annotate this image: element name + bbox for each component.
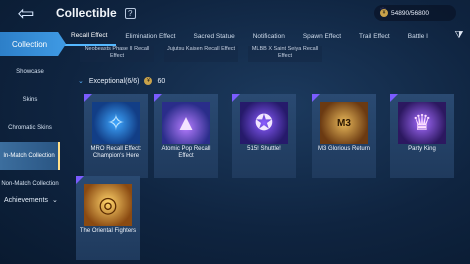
collectible-card[interactable]: ♛ Party King (390, 94, 454, 178)
collection-points-display: ¥ 54890/56800 (374, 5, 456, 21)
help-icon[interactable]: ? (124, 7, 136, 19)
sidebar-collection-header[interactable]: Collection (0, 32, 66, 56)
sidebar-collection-label: Collection (12, 39, 48, 49)
atomic-pop-art-icon: ▲ (162, 102, 210, 144)
party-king-art-icon: ♛ (398, 102, 446, 144)
page-title: Collectible (56, 6, 117, 20)
sidebar-list: Showcase Skins Chromatic Skins In-Match … (0, 58, 60, 198)
previous-row-strip: Neobeasts Phase II Recall Effect Jujutsu… (80, 46, 322, 62)
collectible-card[interactable]: ✪ 515! Shuttle! (232, 94, 296, 178)
tab-recall-effect[interactable]: Recall Effect (62, 26, 117, 46)
collectible-name: Party King (408, 146, 436, 152)
tab-notification[interactable]: Notification (244, 26, 294, 46)
back-arrow-icon: ⇦ (17, 2, 35, 25)
sidebar-item-skins[interactable]: Skins (0, 86, 60, 114)
rarity-corner (232, 94, 240, 102)
m3-art-icon: M3 (320, 102, 368, 144)
oriental-fighters-art-icon: ◎ (84, 184, 132, 226)
points-coin-icon: ¥ (144, 77, 153, 85)
tab-spawn-effect[interactable]: Spawn Effect (294, 26, 350, 46)
collectible-name: The Oriental Fighters (79, 228, 137, 234)
sidebar: Collection Showcase Skins Chromatic Skin… (0, 30, 66, 264)
collapse-chevron-icon: ⌄ (78, 78, 84, 85)
collectible-card[interactable]: M3 M3 Glorious Return (312, 94, 376, 178)
tab-battle[interactable]: Battle I (399, 26, 437, 46)
rarity-corner (312, 94, 320, 102)
collectible-card[interactable]: ◎ The Oriental Fighters (76, 176, 140, 260)
collection-coin-icon: ¥ (380, 9, 388, 17)
achievements-label: Achievements (4, 196, 48, 204)
collectible-name: Atomic Pop Recall Effect (161, 146, 211, 159)
chevron-down-icon: ⌄ (51, 197, 58, 204)
shuttle-art-icon: ✪ (240, 102, 288, 144)
sidebar-item-chromatic-skins[interactable]: Chromatic Skins (0, 114, 60, 142)
tab-elimination-effect[interactable]: Elimination Effect (116, 26, 184, 46)
tab-sacred-statue[interactable]: Sacred Statue (184, 26, 243, 46)
section-header-exceptional[interactable]: ⌄ Exceptional(6/6) ¥ 60 (78, 74, 165, 88)
sidebar-achievements[interactable]: Achievements ⌄ (0, 190, 60, 210)
previous-item-card[interactable]: MLBB X Saint Seiya Recall Effect (248, 46, 322, 62)
sidebar-item-in-match-collection[interactable]: In-Match Collection (0, 142, 60, 170)
back-button[interactable]: ⇦ (0, 0, 52, 26)
collectible-card[interactable]: ✧ MRO Recall Effect: Champion's Here (84, 94, 148, 178)
collectible-name: M3 Glorious Return (317, 146, 371, 152)
mro-recall-art-icon: ✧ (92, 102, 140, 144)
collection-content: Neobeasts Phase II Recall Effect Jujutsu… (66, 46, 470, 264)
collection-points-value: 54890/56800 (391, 9, 429, 17)
rarity-corner (154, 94, 162, 102)
collectible-card[interactable]: ▲ Atomic Pop Recall Effect (154, 94, 218, 178)
tab-trail-effect[interactable]: Trail Effect (350, 26, 399, 46)
rarity-corner (390, 94, 398, 102)
rarity-corner (84, 94, 92, 102)
sidebar-item-showcase[interactable]: Showcase (0, 58, 60, 86)
previous-item-card[interactable]: Neobeasts Phase II Recall Effect (80, 46, 154, 62)
section-points: 60 (157, 77, 166, 85)
filter-icon[interactable]: ⧩ (452, 28, 466, 42)
previous-item-card[interactable]: Jujutsu Kaisen Recall Effect (164, 46, 238, 62)
collectible-name: MRO Recall Effect: Champion's Here (90, 146, 142, 159)
rarity-corner (76, 176, 84, 184)
collectible-name: 515! Shuttle! (247, 146, 281, 152)
category-tabs: Recall Effect Elimination Effect Sacred … (62, 26, 452, 46)
section-title: Exceptional(6/6) (88, 77, 140, 85)
